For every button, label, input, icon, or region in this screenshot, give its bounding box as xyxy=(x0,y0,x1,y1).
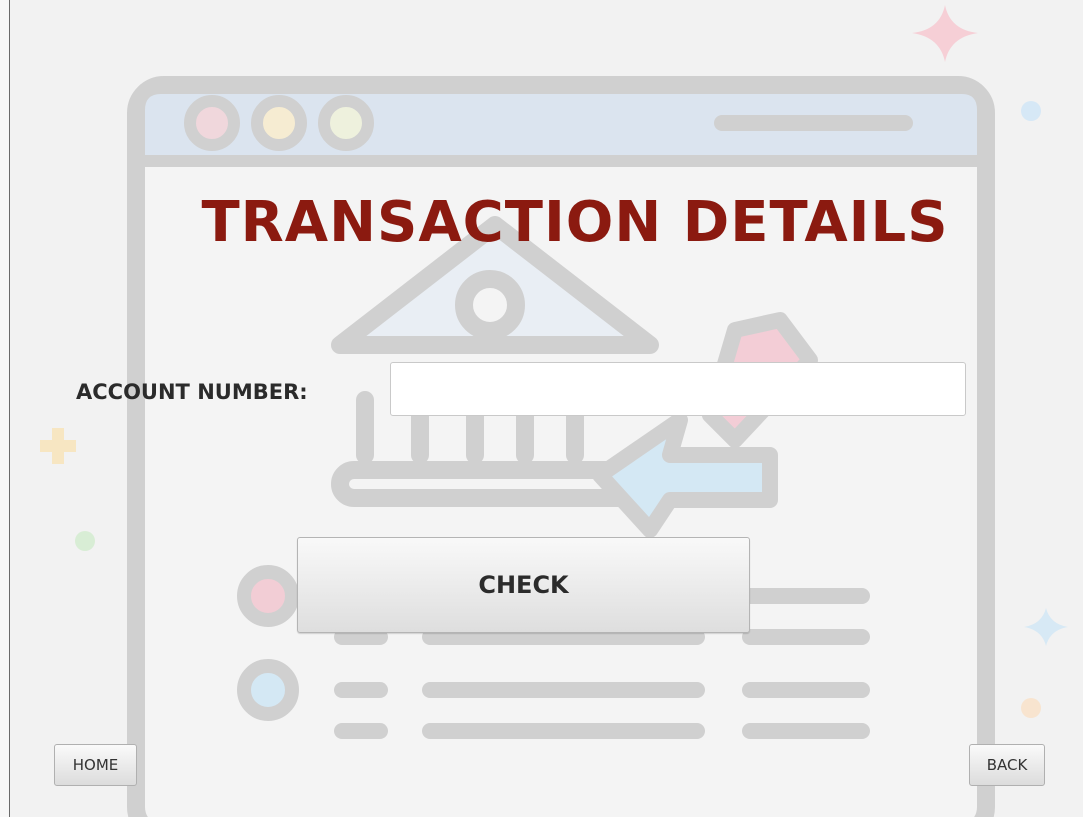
dot-blue-icon xyxy=(1021,101,1041,121)
check-button[interactable]: CHECK xyxy=(297,537,750,633)
back-button[interactable]: BACK xyxy=(969,744,1045,786)
account-number-input[interactable] xyxy=(390,362,966,416)
window-dot-2-icon xyxy=(251,95,307,151)
account-number-label: ACCOUNT NUMBER: xyxy=(76,380,308,404)
page-title: TRANSACTION DETAILS xyxy=(201,190,949,255)
dot-peach-icon xyxy=(1021,698,1041,718)
dot-green-icon xyxy=(75,531,95,551)
sparkle-pink-icon xyxy=(912,5,978,62)
sparkle-blue-icon xyxy=(1024,608,1068,646)
window-dot-1-icon xyxy=(184,95,240,151)
app-window: TRANSACTION DETAILS ACCOUNT NUMBER: CHEC… xyxy=(0,0,1083,817)
window-dot-3-icon xyxy=(318,95,374,151)
plus-yellow-icon xyxy=(40,428,76,464)
home-button[interactable]: HOME xyxy=(54,744,137,786)
